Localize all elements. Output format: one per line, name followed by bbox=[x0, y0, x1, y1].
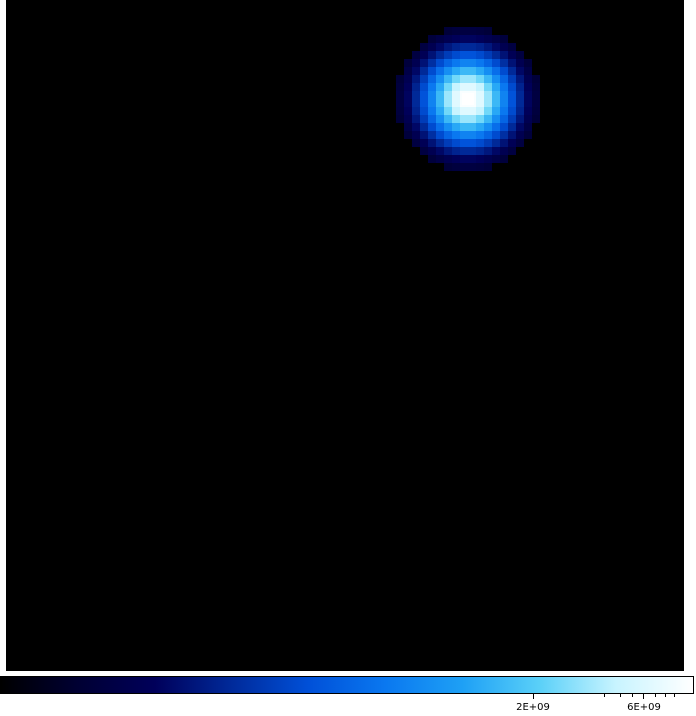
colorbar-minor-tick bbox=[632, 694, 633, 697]
colorbar-ticks bbox=[0, 694, 696, 700]
image-display[interactable] bbox=[6, 0, 684, 671]
colorbar-major-tick bbox=[533, 694, 534, 699]
colorbar-minor-tick bbox=[604, 694, 605, 697]
colorbar-tick-label: 6E+09 bbox=[627, 702, 661, 713]
colorbar-minor-tick bbox=[620, 694, 621, 697]
image-viewer: 2E+09 6E+09 bbox=[0, 0, 696, 716]
colorbar-minor-tick bbox=[665, 694, 666, 697]
astronomical-image[interactable] bbox=[6, 0, 684, 671]
colorbar[interactable] bbox=[0, 676, 694, 694]
colorbar-minor-tick bbox=[655, 694, 656, 697]
colorbar-minor-tick bbox=[674, 694, 675, 697]
colorbar-gradient bbox=[1, 677, 693, 693]
colorbar-tick-label: 2E+09 bbox=[516, 702, 550, 713]
colorbar-major-tick bbox=[643, 694, 644, 699]
